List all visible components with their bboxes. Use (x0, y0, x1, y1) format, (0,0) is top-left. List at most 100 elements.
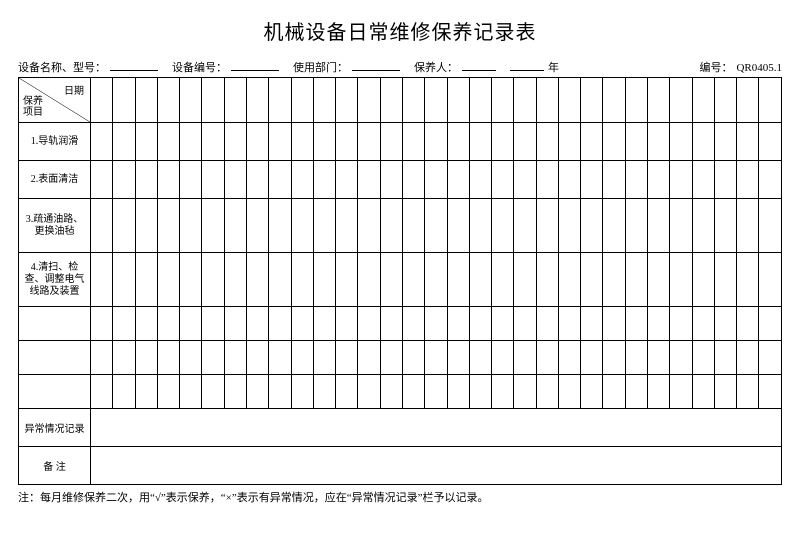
grid-cell (692, 307, 714, 341)
grid-cell (380, 341, 402, 375)
grid-cell (180, 307, 202, 341)
blank-row-label (19, 341, 91, 375)
grid-cell (380, 253, 402, 307)
grid-cell (291, 199, 313, 253)
date-header-cell (180, 78, 202, 123)
grid-cell (492, 307, 514, 341)
grid-cell (291, 307, 313, 341)
date-header-cell (469, 78, 491, 123)
grid-cell (91, 123, 113, 161)
grid-cell (269, 161, 291, 199)
grid-cell (313, 375, 335, 409)
grid-cell (558, 199, 580, 253)
grid-cell (157, 199, 179, 253)
grid-cell (425, 253, 447, 307)
grid-cell (536, 375, 558, 409)
grid-cell (514, 199, 536, 253)
grid-cell (603, 123, 625, 161)
grid-cell (313, 307, 335, 341)
grid-cell (759, 123, 782, 161)
grid-cell (358, 123, 380, 161)
grid-cell (246, 253, 268, 307)
item-label-1: 1.导轨润滑 (19, 123, 91, 161)
grid-cell (246, 161, 268, 199)
grid-cell (648, 307, 670, 341)
grid-cell (447, 161, 469, 199)
grid-cell (670, 253, 692, 307)
date-header-cell (157, 78, 179, 123)
form-header: 设备名称、型号： 设备编号： 使用部门： 保养人： 年 编号： QR0405.1 (18, 59, 782, 75)
grid-cell (581, 253, 603, 307)
grid-cell (91, 307, 113, 341)
grid-cell (180, 341, 202, 375)
grid-cell (469, 123, 491, 161)
grid-cell (625, 341, 647, 375)
grid-cell (224, 253, 246, 307)
date-header-cell (648, 78, 670, 123)
grid-cell (425, 199, 447, 253)
grid-cell (714, 253, 736, 307)
grid-cell (91, 375, 113, 409)
grid-cell (759, 253, 782, 307)
grid-cell (113, 341, 135, 375)
grid-cell (380, 199, 402, 253)
date-header-cell (402, 78, 424, 123)
grid-cell (737, 123, 759, 161)
grid-cell (536, 341, 558, 375)
grid-cell (291, 253, 313, 307)
grid-cell (113, 199, 135, 253)
grid-cell (135, 123, 157, 161)
footnote: 注：每月维修保养二次，用“√”表示保养，“×”表示有异常情况，应在“异常情况记录… (18, 489, 782, 505)
grid-cell (135, 199, 157, 253)
grid-cell (157, 123, 179, 161)
grid-cell (536, 123, 558, 161)
grid-cell (469, 199, 491, 253)
date-header-cell (759, 78, 782, 123)
grid-cell (492, 161, 514, 199)
grid-cell (113, 375, 135, 409)
grid-cell (135, 161, 157, 199)
grid-cell (157, 161, 179, 199)
grid-cell (625, 123, 647, 161)
grid-cell (336, 307, 358, 341)
grid-cell (603, 253, 625, 307)
grid-cell (113, 123, 135, 161)
grid-cell (358, 307, 380, 341)
year-blank (510, 59, 544, 71)
grid-cell (603, 161, 625, 199)
grid-cell (625, 161, 647, 199)
grid-cell (447, 123, 469, 161)
grid-cell (157, 341, 179, 375)
grid-cell (291, 123, 313, 161)
form-no-label: 编号： (699, 59, 732, 75)
grid-cell (425, 375, 447, 409)
date-header-cell (447, 78, 469, 123)
maintenance-table: 日期保养 项目1.导轨润滑2.表面清洁3.疏通油路、更换油毡4.清扫、检查、调整… (18, 77, 782, 485)
grid-cell (269, 123, 291, 161)
grid-cell (180, 199, 202, 253)
grid-cell (91, 199, 113, 253)
grid-cell (737, 307, 759, 341)
grid-cell (536, 253, 558, 307)
wide-cell (91, 409, 782, 447)
grid-cell (447, 253, 469, 307)
grid-cell (603, 341, 625, 375)
grid-cell (358, 199, 380, 253)
grid-cell (91, 341, 113, 375)
grid-cell (737, 161, 759, 199)
date-header-cell (91, 78, 113, 123)
grid-cell (714, 161, 736, 199)
grid-cell (625, 199, 647, 253)
grid-cell (469, 253, 491, 307)
date-header-cell (224, 78, 246, 123)
grid-cell (558, 161, 580, 199)
date-header-cell (737, 78, 759, 123)
grid-cell (670, 161, 692, 199)
diag-top: 日期 (64, 82, 84, 97)
grid-cell (358, 341, 380, 375)
grid-cell (714, 341, 736, 375)
grid-cell (224, 199, 246, 253)
grid-cell (670, 199, 692, 253)
keeper-blank (462, 59, 496, 71)
grid-cell (269, 307, 291, 341)
